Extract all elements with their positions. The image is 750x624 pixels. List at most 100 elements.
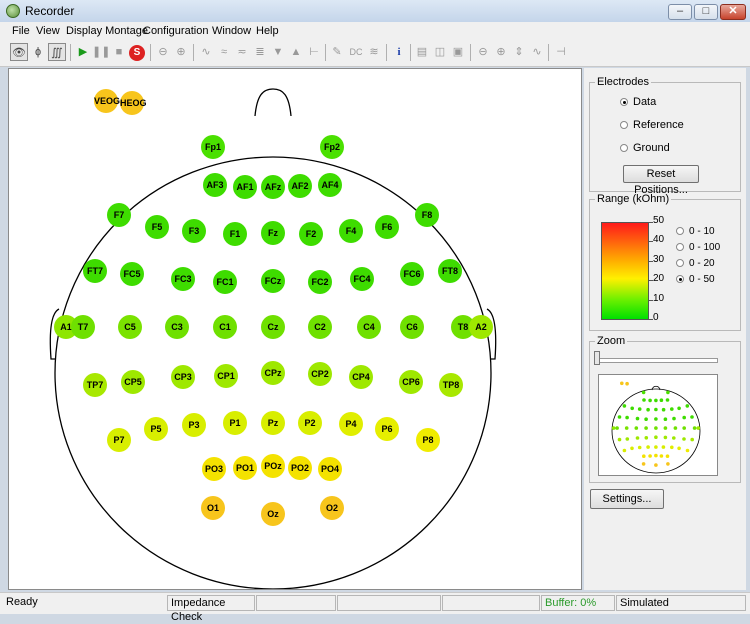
radio-reference[interactable]: Reference <box>620 119 684 131</box>
reset-positions-button[interactable]: Reset Positions... <box>623 165 699 196</box>
electrode-af1[interactable]: AF1 <box>233 175 257 199</box>
electrode-f4[interactable]: F4 <box>339 219 363 243</box>
zoom-in-icon[interactable]: ⊕ <box>172 43 190 61</box>
layout-3-icon[interactable]: ▣ <box>449 43 467 61</box>
impedance-probe-icon[interactable]: ɸ <box>29 43 47 61</box>
baseline-icon[interactable]: ⊣ <box>552 43 570 61</box>
scale-icon[interactable]: ⇕ <box>510 43 528 61</box>
electrode-p2[interactable]: P2 <box>298 411 322 435</box>
electrode-ft7[interactable]: FT7 <box>83 259 107 283</box>
electrode-fc5[interactable]: FC5 <box>120 262 144 286</box>
electrode-fc2[interactable]: FC2 <box>308 270 332 294</box>
electrode-fc4[interactable]: FC4 <box>350 267 374 291</box>
radio-range-0-20-dot[interactable] <box>676 259 684 267</box>
triangle-up-icon[interactable]: ▲ <box>287 43 305 61</box>
radio-range-0-10[interactable]: 0 - 10 <box>676 226 715 237</box>
electrode-fz[interactable]: Fz <box>261 221 285 245</box>
filter-icon[interactable]: ≋ <box>365 43 383 61</box>
electrode-heog[interactable]: HEOG <box>120 91 147 115</box>
electrode-cp6[interactable]: CP6 <box>399 370 423 394</box>
electrode-fp1[interactable]: Fp1 <box>201 135 225 159</box>
zoom-in-2-icon[interactable]: ⊕ <box>492 43 510 61</box>
electrode-p7[interactable]: P7 <box>107 428 131 452</box>
wave-icon[interactable]: ∿ <box>528 43 546 61</box>
electrode-fc6[interactable]: FC6 <box>400 262 424 286</box>
minimize-button[interactable]: – <box>668 4 692 20</box>
electrode-c4[interactable]: C4 <box>357 315 381 339</box>
electrode-p5[interactable]: P5 <box>144 417 168 441</box>
electrode-fc1[interactable]: FC1 <box>213 270 237 294</box>
electrode-a2[interactable]: A2 <box>469 315 493 339</box>
electrode-fcz[interactable]: FCz <box>261 269 285 293</box>
play-icon[interactable]: ▶ <box>74 43 92 61</box>
radio-ground-dot[interactable] <box>620 144 628 152</box>
electrode-fp2[interactable]: Fp2 <box>320 135 344 159</box>
marker-icon[interactable]: ⊢ <box>305 43 323 61</box>
maximize-button[interactable]: □ <box>694 4 718 20</box>
radio-range-0-20[interactable]: 0 - 20 <box>676 258 715 269</box>
electrode-p6[interactable]: P6 <box>375 417 399 441</box>
zoom-out-2-icon[interactable]: ⊖ <box>474 43 492 61</box>
radio-data-dot[interactable] <box>620 98 628 106</box>
electrode-cz[interactable]: Cz <box>261 315 285 339</box>
electrode-f3[interactable]: F3 <box>182 219 206 243</box>
close-button[interactable]: ✕ <box>720 4 746 20</box>
zoom-slider-thumb[interactable] <box>594 351 600 365</box>
electrode-cp3[interactable]: CP3 <box>171 365 195 389</box>
radio-reference-dot[interactable] <box>620 121 628 129</box>
radio-range-0-50-dot[interactable] <box>676 275 684 283</box>
electrode-cpz[interactable]: CPz <box>261 361 285 385</box>
electrode-f1[interactable]: F1 <box>223 222 247 246</box>
pause-icon[interactable]: ❚❚ <box>92 43 110 61</box>
electrode-veog[interactable]: VEOG <box>94 89 120 113</box>
menu-window[interactable]: Window <box>212 25 251 37</box>
electrode-poz[interactable]: POz <box>261 454 285 478</box>
electrode-cp5[interactable]: CP5 <box>121 370 145 394</box>
zoom-slider-track[interactable] <box>598 358 718 363</box>
radio-data[interactable]: Data <box>620 96 656 108</box>
electrode-o2[interactable]: O2 <box>320 496 344 520</box>
electrode-c3[interactable]: C3 <box>165 315 189 339</box>
electrode-pz[interactable]: Pz <box>261 411 285 435</box>
electrode-t7[interactable]: T7 <box>71 315 95 339</box>
menu-view[interactable]: View <box>36 25 60 37</box>
electrode-af2[interactable]: AF2 <box>288 174 312 198</box>
electrode-po4[interactable]: PO4 <box>318 457 342 481</box>
menu-file[interactable]: File <box>12 25 30 37</box>
electrode-c6[interactable]: C6 <box>400 315 424 339</box>
stop-square-icon[interactable]: ■ <box>110 43 128 61</box>
electrode-c5[interactable]: C5 <box>118 315 142 339</box>
electrode-c1[interactable]: C1 <box>213 315 237 339</box>
electrode-p8[interactable]: P8 <box>416 428 440 452</box>
menu-help[interactable]: Help <box>256 25 279 37</box>
electrode-po2[interactable]: PO2 <box>288 456 312 480</box>
electrode-af4[interactable]: AF4 <box>318 173 342 197</box>
radio-range-0-100[interactable]: 0 - 100 <box>676 242 720 253</box>
zoom-out-icon[interactable]: ⊖ <box>154 43 172 61</box>
overview-minimap[interactable] <box>598 374 718 476</box>
electrode-tp8[interactable]: TP8 <box>439 373 463 397</box>
electrode-p3[interactable]: P3 <box>182 413 206 437</box>
electrode-o1[interactable]: O1 <box>201 496 225 520</box>
waveform-icon[interactable]: ∿ <box>197 43 215 61</box>
electrode-p1[interactable]: P1 <box>223 411 247 435</box>
electrode-f6[interactable]: F6 <box>375 215 399 239</box>
electrode-po1[interactable]: PO1 <box>233 456 257 480</box>
electrode-cp1[interactable]: CP1 <box>214 364 238 388</box>
electrode-p4[interactable]: P4 <box>339 412 363 436</box>
electrode-afz[interactable]: AFz <box>261 175 285 199</box>
radio-range-0-100-dot[interactable] <box>676 243 684 251</box>
layout-2-icon[interactable]: ◫ <box>431 43 449 61</box>
info-icon[interactable]: i <box>390 43 408 61</box>
electrode-po3[interactable]: PO3 <box>202 457 226 481</box>
electrode-f5[interactable]: F5 <box>145 215 169 239</box>
electrode-f8[interactable]: F8 <box>415 203 439 227</box>
electrode-cp4[interactable]: CP4 <box>349 365 373 389</box>
dc-correction-icon[interactable]: DC <box>347 43 365 61</box>
menu-configuration[interactable]: Configuration <box>143 25 208 37</box>
electrode-fc3[interactable]: FC3 <box>171 267 195 291</box>
pen-icon[interactable]: ✎ <box>328 43 346 61</box>
signal-icon[interactable]: ∭ <box>48 43 66 61</box>
stop-recording-icon[interactable]: S <box>128 43 146 61</box>
menu-display-montage[interactable]: Display Montage <box>66 25 148 37</box>
